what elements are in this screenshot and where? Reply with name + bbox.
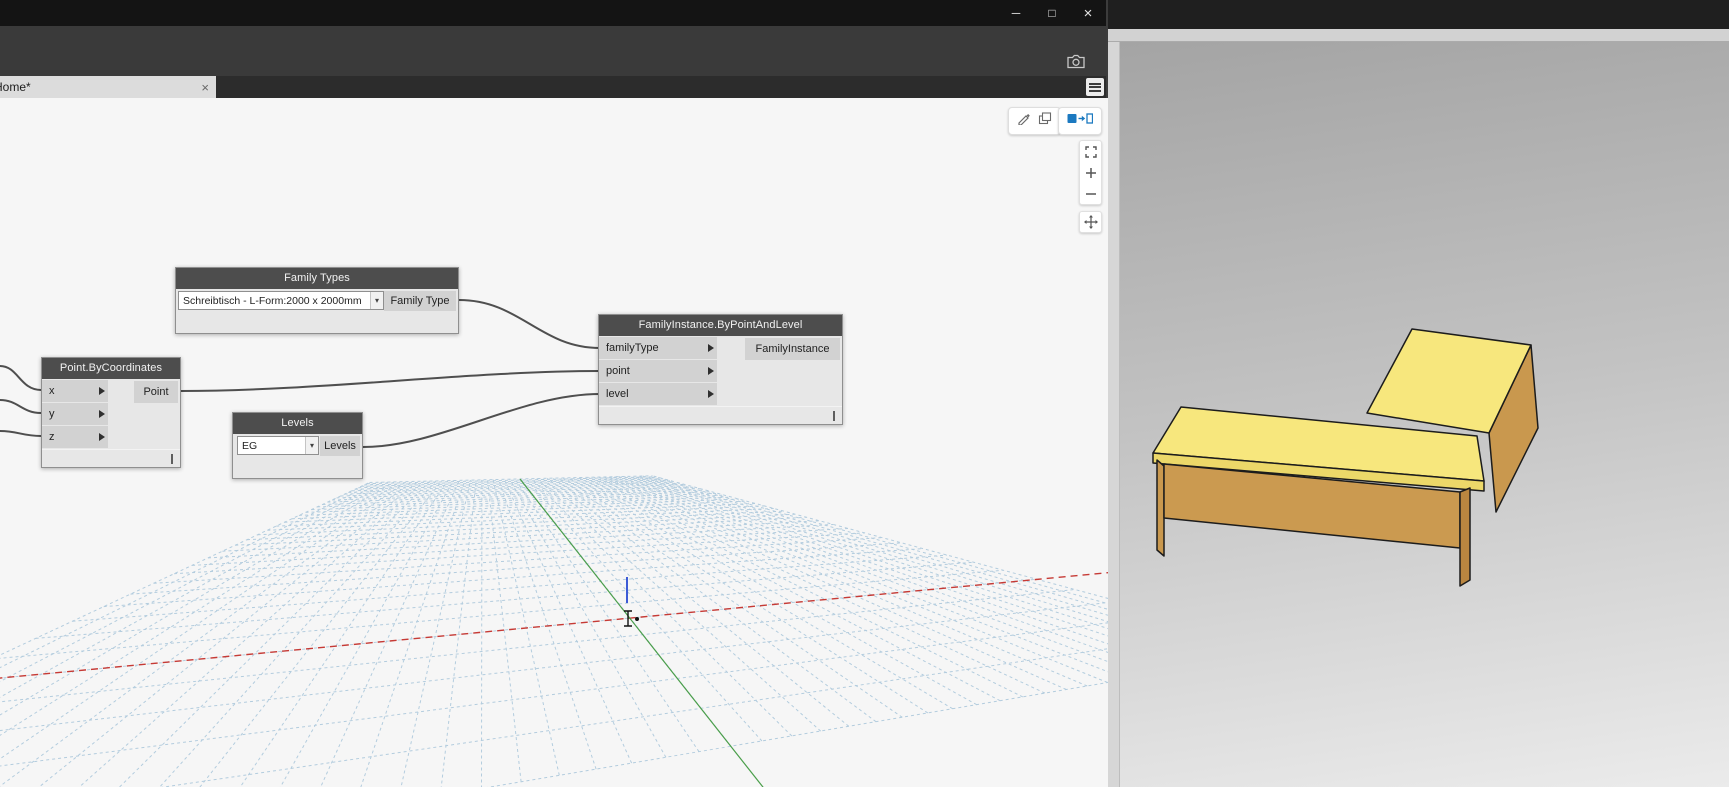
port-label: familyType: [606, 342, 659, 354]
port-input-z[interactable]: z: [42, 426, 108, 448]
node-footer: [42, 449, 180, 467]
port-label: Levels: [324, 440, 356, 452]
port-label: x: [49, 385, 55, 397]
port-label: point: [606, 365, 630, 377]
workspace-menu-button[interactable]: [1086, 78, 1104, 96]
node-levels[interactable]: Levels EG ▾ Levels: [232, 412, 363, 479]
port-label: y: [49, 408, 55, 420]
layers-button[interactable]: [1038, 112, 1052, 130]
family-type-dropdown[interactable]: Schreibtisch - L-Form:2000 x 2000mm ▾: [178, 291, 384, 310]
pan-button[interactable]: [1079, 211, 1102, 233]
desk-right-panel: [1459, 487, 1471, 587]
tab-bar: Home* ×: [0, 76, 1106, 98]
port-input-point[interactable]: point: [599, 360, 717, 382]
close-button[interactable]: ×: [1070, 0, 1106, 26]
tab-home[interactable]: Home* ×: [0, 76, 216, 98]
edit-geometry-button[interactable]: [1017, 112, 1031, 130]
node-header[interactable]: Point.ByCoordinates: [42, 358, 180, 379]
viewport-left-gutter: [1108, 42, 1120, 787]
port-arrow-icon: [708, 367, 714, 375]
node-familyinstance-bypointandlevel[interactable]: FamilyInstance.ByPointAndLevel familyTyp…: [598, 314, 843, 425]
view-controls: [1079, 140, 1102, 205]
minus-icon: [1085, 192, 1096, 195]
zoom-in-button[interactable]: [1079, 162, 1102, 183]
node-state-icon: [171, 454, 173, 464]
fit-view-button[interactable]: [1079, 141, 1102, 162]
graph-canvas[interactable]: Family Types Schreibtisch - L-Form:2000 …: [0, 98, 1108, 787]
app-root: ─ □ × Home* ×: [0, 0, 1729, 787]
port-arrow-icon: [708, 390, 714, 398]
node-state-icon: [833, 411, 835, 421]
port-output-point[interactable]: Point: [134, 381, 178, 403]
port-arrow-icon: [708, 344, 714, 352]
port-input-x[interactable]: x: [42, 380, 108, 402]
zoom-out-button[interactable]: [1079, 183, 1102, 204]
wire-point[interactable]: [180, 370, 601, 392]
fit-view-icon: [1084, 145, 1097, 158]
port-arrow-icon: [99, 433, 105, 441]
port-input-y[interactable]: y: [42, 403, 108, 425]
port-output-levels[interactable]: Levels: [320, 436, 360, 456]
window-controls: ─ □ ×: [998, 0, 1106, 26]
revit-ribbon-edge: [1108, 29, 1729, 42]
wire-level[interactable]: [362, 393, 601, 448]
dropdown-value: EG: [242, 439, 258, 452]
port-label: level: [606, 388, 629, 400]
revit-3d-viewport[interactable]: [1108, 42, 1729, 787]
graph-to-3d-icon: [1067, 113, 1094, 124]
graph-3d-switch-button[interactable]: [1067, 112, 1094, 130]
port-input-level[interactable]: level: [599, 383, 717, 405]
desk-left-panel: [1156, 459, 1165, 557]
node-header[interactable]: Family Types: [176, 268, 458, 289]
pan-icon: [1083, 215, 1098, 229]
geometry-toggle-group: [1008, 107, 1061, 135]
layers-icon: [1038, 112, 1052, 125]
title-bar: ─ □ ×: [0, 0, 1106, 26]
port-label: Point: [143, 386, 169, 398]
chevron-down-icon: ▾: [305, 437, 318, 454]
camera-icon: [1067, 54, 1085, 69]
dropdown-value: Schreibtisch - L-Form:2000 x 2000mm: [183, 294, 362, 307]
chevron-down-icon: ▾: [370, 292, 383, 309]
node-footer: [599, 406, 842, 424]
main-toolbar: [0, 26, 1106, 76]
revit-top-bar: [1108, 0, 1729, 29]
port-input-familytype[interactable]: familyType: [599, 337, 717, 359]
port-label: Family Type: [390, 295, 450, 307]
wire-z-input[interactable]: [0, 430, 42, 437]
port-output-familyinstance[interactable]: FamilyInstance: [745, 338, 840, 360]
levels-dropdown[interactable]: EG ▾: [237, 436, 319, 455]
revit-panel: [1108, 0, 1729, 787]
pen-icon: [1018, 114, 1030, 126]
maximize-button[interactable]: □: [1034, 0, 1070, 26]
minimize-button[interactable]: ─: [998, 0, 1034, 26]
desk-3d-model[interactable]: [1108, 42, 1729, 787]
port-label: z: [49, 431, 55, 443]
tab-label: Home*: [0, 80, 31, 94]
plus-icon: [1085, 167, 1096, 178]
hamburger-icon: [1089, 82, 1101, 92]
dynamo-window: ─ □ × Home* ×: [0, 0, 1108, 787]
wire-x-input[interactable]: [0, 365, 42, 391]
node-point-bycoordinates[interactable]: Point.ByCoordinates x y z Point: [41, 357, 181, 468]
port-arrow-icon: [99, 387, 105, 395]
port-label: FamilyInstance: [755, 343, 830, 355]
wire-familytype[interactable]: [458, 299, 601, 349]
node-header[interactable]: Levels: [233, 413, 362, 434]
node-family-types[interactable]: Family Types Schreibtisch - L-Form:2000 …: [175, 267, 459, 334]
preview-toggle-group: [1058, 107, 1102, 135]
tab-close-button[interactable]: ×: [201, 81, 209, 94]
export-image-button[interactable]: [1064, 51, 1088, 71]
port-arrow-icon: [99, 410, 105, 418]
node-header[interactable]: FamilyInstance.ByPointAndLevel: [599, 315, 842, 336]
port-output-family-type[interactable]: Family Type: [384, 291, 456, 311]
wire-y-input[interactable]: [0, 399, 42, 414]
